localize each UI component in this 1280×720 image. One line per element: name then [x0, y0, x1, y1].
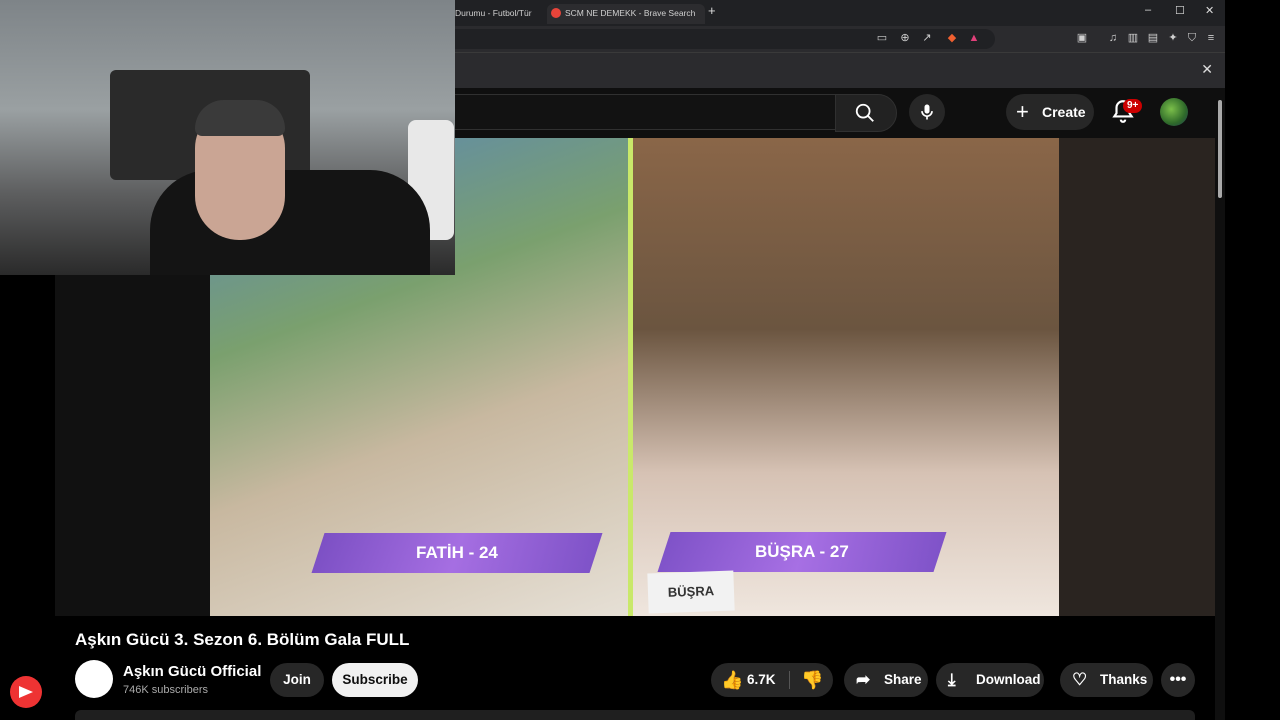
download-button[interactable]: ⤓ Download	[936, 663, 1044, 697]
youtube-logo-icon	[10, 676, 42, 708]
channel-name[interactable]: Aşkın Gücü Official	[123, 663, 261, 680]
brave-favicon-icon	[551, 8, 561, 18]
sidebar-icon[interactable]: ▥	[1126, 31, 1140, 45]
more-actions-button[interactable]: •••	[1161, 663, 1195, 697]
lower-third-left-text: FATİH - 24	[416, 543, 498, 562]
share-arrow-icon: ➦	[856, 670, 871, 689]
screen-cast-icon[interactable]: ▭	[875, 31, 889, 45]
browser-tab-futbol[interactable]: Durumu - Futbol/Tür	[455, 4, 535, 24]
lower-third-left: FATİH - 24	[311, 533, 603, 573]
tab-label: SCM NE DEMEKK - Brave Search	[565, 8, 696, 18]
like-count[interactable]: 6.7K	[747, 663, 776, 697]
search-input[interactable]	[455, 94, 836, 130]
thanks-label: Thanks	[1100, 672, 1148, 687]
minimize-button[interactable]: –	[1145, 4, 1151, 16]
join-button[interactable]: Join	[270, 663, 324, 697]
search-button[interactable]	[835, 94, 897, 132]
thanks-button[interactable]: ♡ Thanks	[1060, 663, 1153, 697]
like-separator	[789, 671, 790, 689]
address-bar[interactable]	[455, 29, 995, 49]
heart-dollar-icon: ♡	[1072, 670, 1088, 689]
share-button[interactable]: ➦ Share	[844, 663, 928, 697]
subscriber-count: 746K subscribers	[123, 684, 208, 696]
lower-third-right-text: BÜŞRA - 27	[755, 542, 849, 561]
maximize-button[interactable]: ☐	[1175, 4, 1185, 17]
leo-ai-icon[interactable]: ✦	[1166, 31, 1180, 45]
search-icon	[855, 103, 874, 122]
create-label: Create	[1042, 104, 1086, 120]
user-avatar[interactable]	[1160, 98, 1188, 126]
like-icon[interactable]: 👍	[721, 663, 743, 697]
webcam-person-body	[150, 170, 430, 275]
brave-shields-icon[interactable]: ◆	[945, 31, 959, 45]
like-dislike-group: 👍 6.7K 👎	[711, 663, 833, 697]
close-window-button[interactable]: ✕	[1205, 4, 1214, 17]
video-frame-edge	[1059, 138, 1215, 616]
browser-info-bar: ✕	[455, 52, 1225, 89]
menu-icon[interactable]: ≡	[1204, 31, 1218, 45]
vpn-icon[interactable]: ⛉	[1185, 31, 1199, 45]
webcam-overlay	[0, 0, 455, 275]
video-title: Aşkın Gücü 3. Sezon 6. Bölüm Gala FULL	[75, 630, 410, 649]
brave-rewards-icon[interactable]: ▲	[967, 31, 981, 45]
description-box[interactable]	[75, 710, 1195, 720]
dislike-icon[interactable]: 👎	[801, 663, 823, 697]
channel-avatar[interactable]	[75, 660, 113, 698]
plus-icon: +	[1016, 99, 1029, 124]
youtube-header: + Create 9+	[455, 88, 1215, 138]
close-infobar-icon[interactable]: ✕	[1201, 61, 1213, 78]
notification-badge: 9+	[1123, 99, 1143, 113]
zoom-icon[interactable]: ⊕	[898, 31, 912, 45]
microphone-icon	[921, 104, 933, 120]
download-icon: ⤓	[948, 670, 956, 689]
lower-third-right: BÜŞRA - 27	[657, 532, 947, 572]
name-tag: BÜŞRA	[647, 570, 735, 614]
share-icon[interactable]: ↗	[920, 31, 934, 45]
scrollbar-thumb[interactable]	[1218, 100, 1222, 198]
new-tab-button[interactable]: +	[708, 3, 716, 18]
create-button[interactable]: + Create	[1006, 94, 1094, 130]
share-label: Share	[884, 672, 922, 687]
page-scrollbar[interactable]	[1215, 88, 1225, 720]
download-label: Download	[976, 672, 1041, 687]
reader-icon[interactable]: ▣	[1075, 31, 1089, 45]
media-icon[interactable]: ♫	[1106, 31, 1120, 45]
browser-tab-brave-search[interactable]: SCM NE DEMEKK - Brave Search	[547, 4, 705, 24]
subscribe-button[interactable]: Subscribe	[332, 663, 418, 697]
wallet-icon[interactable]: ▤	[1146, 31, 1160, 45]
browser-tab-bar: Durumu - Futbol/Tür SCM NE DEMEKK - Brav…	[455, 0, 1225, 26]
webcam-person-hair	[195, 100, 285, 136]
voice-search-button[interactable]	[909, 94, 945, 130]
browser-toolbar: ▭ ⊕ ↗ ◆ ▲ ▣ ♫ ▥ ▤ ✦ ⛉ ≡	[455, 26, 1225, 52]
